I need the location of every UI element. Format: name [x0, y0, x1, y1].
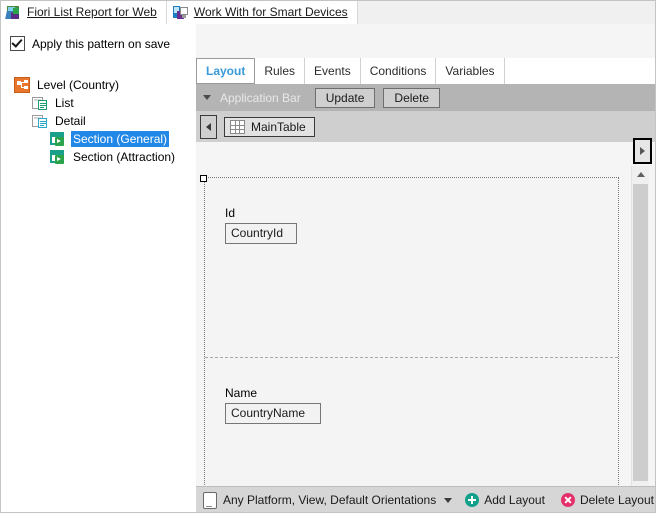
layout-status-bar: Any Platform, View, Default Orientations… — [196, 486, 656, 513]
section-icon — [50, 149, 66, 165]
scroll-up-icon[interactable] — [632, 166, 649, 183]
document-tab-strip: Fiori List Report for Web Work With for … — [0, 0, 656, 25]
delete-layout-label: Delete Layout — [579, 493, 654, 507]
tree-item-label: Detail — [55, 114, 86, 128]
field-label-id: Id — [225, 206, 236, 220]
detail-icon — [32, 113, 48, 129]
document-tab-label: Fiori List Report for Web — [27, 5, 157, 19]
tree-item-list[interactable]: List — [0, 94, 192, 112]
apply-pattern-on-save-row[interactable]: Apply this pattern on save — [10, 36, 170, 51]
maintable-label: MainTable — [251, 119, 306, 134]
maintable-chip[interactable]: MainTable — [224, 116, 315, 137]
canvas-section-attraction[interactable]: Name CountryName — [205, 358, 618, 494]
section-icon — [50, 131, 66, 147]
scroll-right-button[interactable] — [633, 138, 652, 164]
tab-label: Layout — [206, 64, 246, 78]
pattern-tree: Level (Country) List Detail Section (Gen… — [0, 76, 192, 166]
tree-item-level-country[interactable]: Level (Country) — [0, 76, 192, 94]
tree-item-label: Section (Attraction) — [73, 150, 176, 164]
tab-conditions[interactable]: Conditions — [361, 58, 437, 84]
tree-item-label: List — [55, 96, 74, 110]
canvas-vertical-scrollbar[interactable] — [631, 166, 649, 500]
form-canvas[interactable]: Id CountryId Name CountryName — [204, 177, 619, 495]
field-input-countryid[interactable]: CountryId — [225, 223, 297, 244]
tab-events[interactable]: Events — [305, 58, 361, 84]
tab-layout[interactable]: Layout — [196, 58, 256, 84]
layout-editor-panel: Layout Rules Events Conditions Variables… — [196, 24, 656, 513]
tree-item-detail[interactable]: Detail — [0, 112, 192, 130]
document-tab-label: Work With for Smart Devices — [193, 5, 348, 19]
scroll-left-button[interactable] — [200, 114, 217, 139]
tab-label: Conditions — [369, 64, 427, 78]
tree-item-section-general[interactable]: Section (General) — [0, 130, 192, 148]
field-label-name: Name — [225, 386, 258, 400]
add-layout-button[interactable]: Add Layout — [465, 493, 545, 507]
document-tab-fiori-list-report[interactable]: Fiori List Report for Web — [0, 0, 167, 24]
tree-item-section-attraction[interactable]: Section (Attraction) — [0, 148, 192, 166]
close-circle-icon — [560, 493, 575, 507]
apply-pattern-label: Apply this pattern on save — [32, 36, 171, 51]
add-layout-label: Add Layout — [484, 493, 545, 507]
update-button[interactable]: Update — [314, 87, 376, 108]
delete-button[interactable]: Delete — [383, 87, 441, 108]
scrollbar-thumb[interactable] — [633, 184, 648, 481]
tab-variables[interactable]: Variables — [436, 58, 505, 84]
level-icon — [14, 77, 30, 93]
table-selector-bar: MainTable — [196, 111, 656, 142]
tree-item-label: Section (General) — [71, 131, 170, 147]
design-canvas-area: Id CountryId Name CountryName — [196, 142, 630, 500]
chevron-down-icon[interactable] — [203, 95, 211, 100]
smart-device-object-icon — [172, 5, 189, 20]
canvas-section-general[interactable]: Id CountryId — [205, 178, 618, 358]
field-input-countryname[interactable]: CountryName — [225, 403, 321, 424]
tab-label: Rules — [264, 64, 296, 78]
table-icon — [230, 119, 245, 134]
document-tab-work-with-smart-devices[interactable]: Work With for Smart Devices — [166, 0, 358, 24]
list-icon — [32, 95, 48, 111]
plus-circle-icon — [465, 493, 480, 507]
tab-label: Events — [314, 64, 351, 78]
editor-tab-bar: Layout Rules Events Conditions Variables — [196, 58, 656, 84]
pattern-tree-panel: Apply this pattern on save Level (Countr… — [0, 24, 192, 513]
tab-label: Variables — [445, 64, 495, 78]
delete-layout-button[interactable]: Delete Layout — [560, 493, 654, 507]
application-bar-toolbar: Application Bar Update Delete — [196, 84, 656, 111]
web-object-icon — [5, 5, 22, 20]
tree-item-label: Level (Country) — [37, 78, 120, 92]
platform-selector-label[interactable]: Any Platform, View, Default Orientations — [223, 493, 436, 507]
application-bar-title: Application Bar — [220, 90, 301, 105]
tab-rules[interactable]: Rules — [255, 58, 306, 84]
apply-pattern-checkbox[interactable] — [10, 36, 25, 51]
selection-handle[interactable] — [200, 175, 207, 182]
chevron-down-icon[interactable] — [444, 497, 453, 503]
device-icon — [203, 491, 217, 509]
